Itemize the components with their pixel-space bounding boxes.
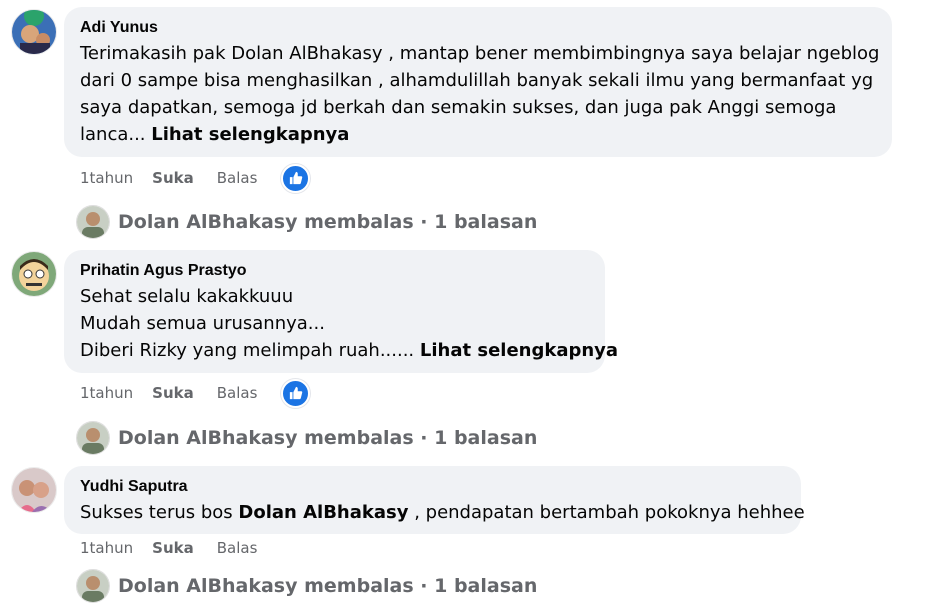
like-button[interactable]: Suka bbox=[152, 384, 194, 402]
comment-line: saya dapatkan, semoga jd berkah dan sema… bbox=[80, 97, 837, 118]
comment-timestamp[interactable]: 1tahun bbox=[80, 169, 133, 187]
comment-author[interactable]: Yudhi Saputra bbox=[80, 477, 188, 497]
reply-summary: Dolan AlBhakasy membalas · 1 balasan bbox=[118, 427, 538, 449]
comment-author[interactable]: Prihatin Agus Prastyo bbox=[80, 261, 247, 281]
like-reaction-icon[interactable] bbox=[281, 378, 311, 408]
comment-line-text: lanca... bbox=[80, 124, 146, 145]
replier-avatar bbox=[76, 569, 110, 603]
like-button[interactable]: Suka bbox=[152, 539, 194, 557]
cartoon-avatar-icon bbox=[12, 252, 56, 296]
see-more-link[interactable]: Lihat selengkapnya bbox=[420, 340, 618, 361]
thumbs-up-icon bbox=[289, 171, 303, 185]
commenter-avatar[interactable] bbox=[11, 251, 57, 297]
reply-button[interactable]: Balas bbox=[217, 169, 258, 187]
comment-actions: 1tahun Suka Balas bbox=[80, 533, 281, 563]
comment-text: Terimakasih pak Dolan AlBhakasy , mantap… bbox=[80, 40, 880, 148]
reply-summary: Dolan AlBhakasy membalas · 1 balasan bbox=[118, 575, 538, 597]
commenter-avatar[interactable] bbox=[11, 9, 57, 55]
comment-line: lanca... Lihat selengkapnya bbox=[80, 121, 876, 148]
comment-line-text: , pendapatan bertambah pokoknya hehhee bbox=[414, 502, 805, 523]
view-replies-link[interactable]: Dolan AlBhakasy membalas · 1 balasan bbox=[76, 205, 537, 239]
comment-actions: 1tahun Suka Balas bbox=[80, 378, 311, 408]
comment-text: Sukses terus bos Dolan AlBhakasy , penda… bbox=[80, 499, 805, 526]
comment-bubble: Yudhi Saputra Sukses terus bos Dolan AlB… bbox=[64, 466, 805, 534]
user-photo-avatar-icon bbox=[77, 206, 109, 238]
comment-line: Terimakasih pak Dolan AlBhakasy , mantap… bbox=[80, 43, 880, 64]
view-replies-link[interactable]: Dolan AlBhakasy membalas · 1 balasan bbox=[76, 421, 537, 455]
user-photo-avatar-icon bbox=[77, 422, 109, 454]
like-reaction-icon[interactable] bbox=[281, 163, 311, 193]
thumbs-up-icon bbox=[289, 386, 303, 400]
comment-bubble: Prihatin Agus Prastyo Sehat selalu kakak… bbox=[64, 250, 618, 373]
replier-avatar bbox=[76, 205, 110, 239]
reply-summary: Dolan AlBhakasy membalas · 1 balasan bbox=[118, 211, 538, 233]
mention-link[interactable]: Dolan AlBhakasy bbox=[238, 502, 408, 523]
user-photo-avatar-icon bbox=[12, 10, 56, 54]
comment-line: Sukses terus bos Dolan AlBhakasy , penda… bbox=[80, 499, 805, 526]
reply-button[interactable]: Balas bbox=[217, 539, 258, 557]
comment-line-text: Sukses terus bos bbox=[80, 502, 233, 523]
like-button[interactable]: Suka bbox=[152, 169, 194, 187]
comment-bubble: Adi Yunus Terimakasih pak Dolan AlBhakas… bbox=[64, 7, 892, 157]
commenter-avatar[interactable] bbox=[11, 467, 57, 513]
comment-line: Mudah semua urusannya... bbox=[80, 313, 325, 334]
comment-author[interactable]: Adi Yunus bbox=[80, 18, 158, 38]
comment-line-text: Diberi Rizky yang melimpah ruah...... bbox=[80, 340, 415, 361]
comment-timestamp[interactable]: 1tahun bbox=[80, 539, 133, 557]
comment-actions: 1tahun Suka Balas bbox=[80, 163, 311, 193]
see-more-link[interactable]: Lihat selengkapnya bbox=[151, 124, 349, 145]
comment-line: Diberi Rizky yang melimpah ruah...... Li… bbox=[80, 337, 618, 364]
comment-line: dari 0 sampe bisa menghasilkan , alhamdu… bbox=[80, 70, 874, 91]
replier-avatar bbox=[76, 421, 110, 455]
reply-button[interactable]: Balas bbox=[217, 384, 258, 402]
user-photo-avatar-icon bbox=[12, 468, 56, 512]
comment-line: Sehat selalu kakakkuuu bbox=[80, 286, 294, 307]
view-replies-link[interactable]: Dolan AlBhakasy membalas · 1 balasan bbox=[76, 569, 537, 603]
comment-timestamp[interactable]: 1tahun bbox=[80, 384, 133, 402]
user-photo-avatar-icon bbox=[77, 570, 109, 602]
comment-text: Sehat selalu kakakkuuu Mudah semua urusa… bbox=[80, 283, 618, 364]
